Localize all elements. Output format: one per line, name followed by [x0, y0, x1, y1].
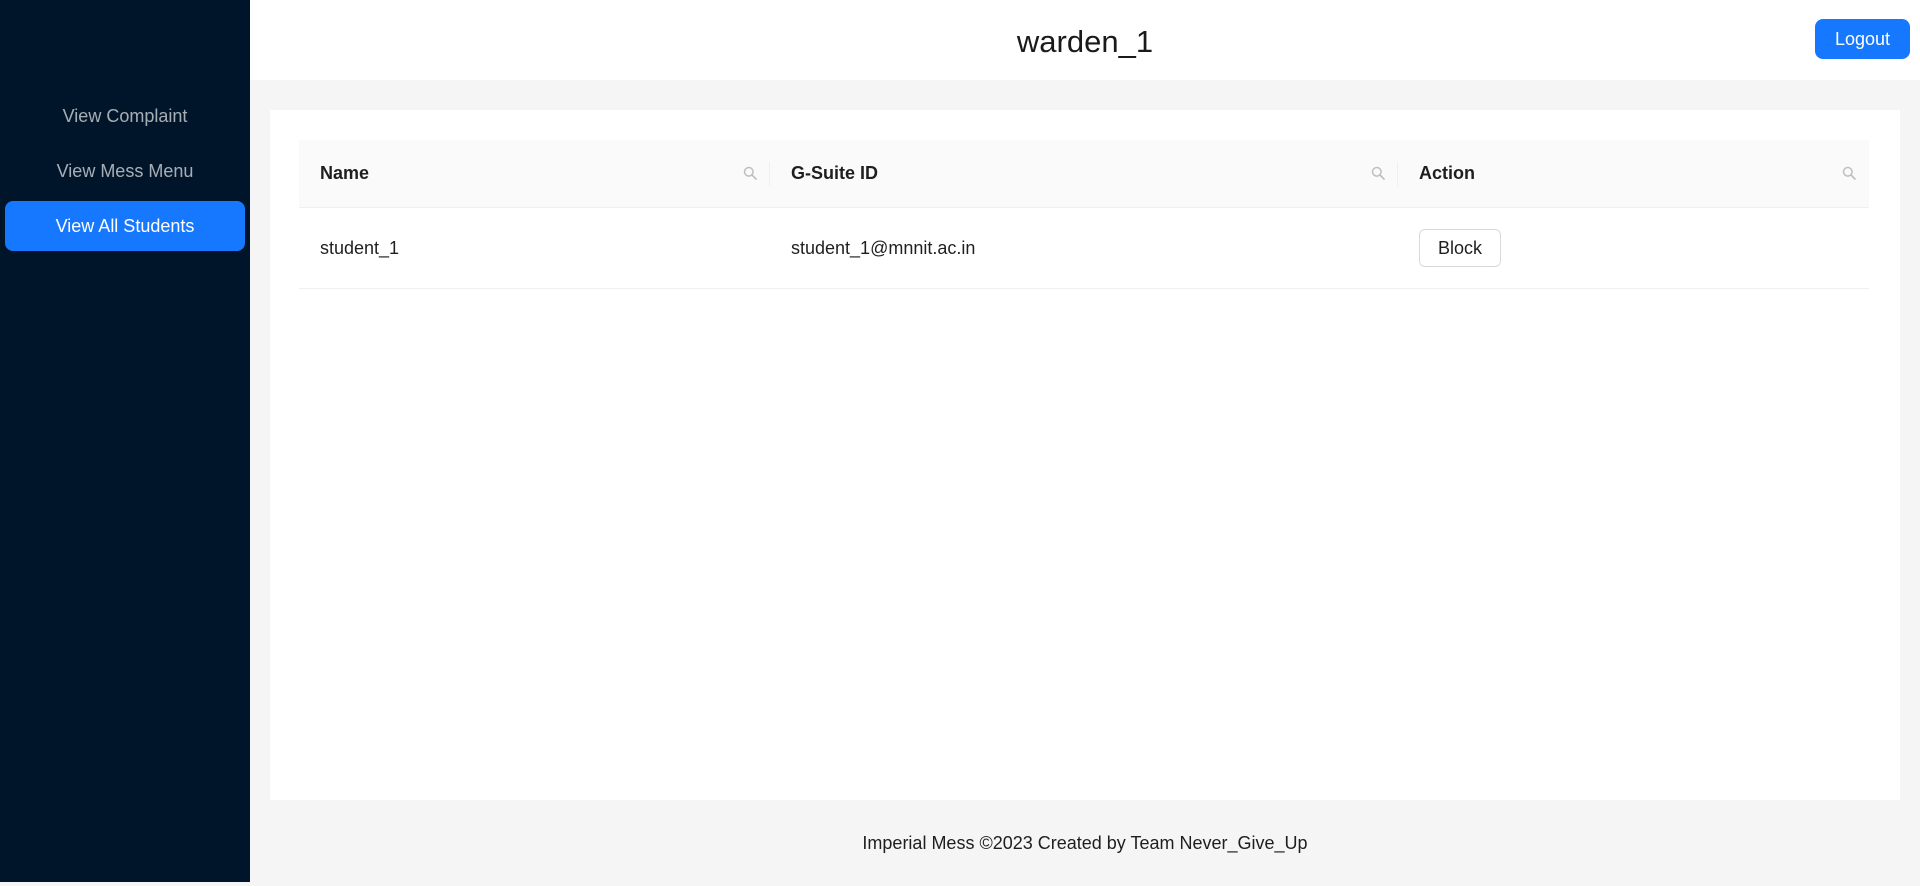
sidebar-item-view-complaint[interactable]: View Complaint	[5, 91, 245, 141]
column-header-action[interactable]: Action	[1398, 140, 1869, 207]
table-row: student_1 student_1@mnnit.ac.in Block	[299, 208, 1869, 289]
header: warden_1 Logout	[250, 0, 1920, 80]
column-header-gsuite-id[interactable]: G-Suite ID	[770, 140, 1398, 207]
column-header-name[interactable]: Name	[299, 140, 770, 207]
cell-action: Block	[1398, 208, 1869, 288]
column-header-label: G-Suite ID	[791, 163, 879, 183]
cell-name: student_1	[320, 237, 400, 258]
logout-button[interactable]: Logout	[1815, 19, 1910, 59]
footer: Imperial Mess ©2023 Created by Team Neve…	[862, 833, 1308, 853]
table-header: Name G-Suite ID Action	[299, 140, 1869, 208]
sidebar-item-view-mess-menu[interactable]: View Mess Menu	[5, 146, 245, 196]
column-header-label: Name	[320, 163, 370, 183]
search-icon[interactable]	[1371, 166, 1385, 180]
cell-gsuite-id: student_1@mnnit.ac.in	[791, 237, 976, 258]
main-content: Name G-Suite ID Action student_1 student…	[270, 110, 1900, 800]
page-title: warden_1	[1016, 24, 1154, 59]
sidebar: View Complaint View Mess Menu View All S…	[0, 0, 250, 882]
column-header-label: Action	[1419, 163, 1475, 183]
search-icon[interactable]	[743, 166, 757, 180]
block-button[interactable]: Block	[1419, 229, 1502, 267]
search-icon[interactable]	[1842, 166, 1856, 180]
students-table: Name G-Suite ID Action student_1 student…	[299, 140, 1869, 289]
sidebar-item-view-all-students[interactable]: View All Students	[5, 201, 245, 251]
sidebar-menu: View Complaint View Mess Menu View All S…	[0, 91, 250, 256]
